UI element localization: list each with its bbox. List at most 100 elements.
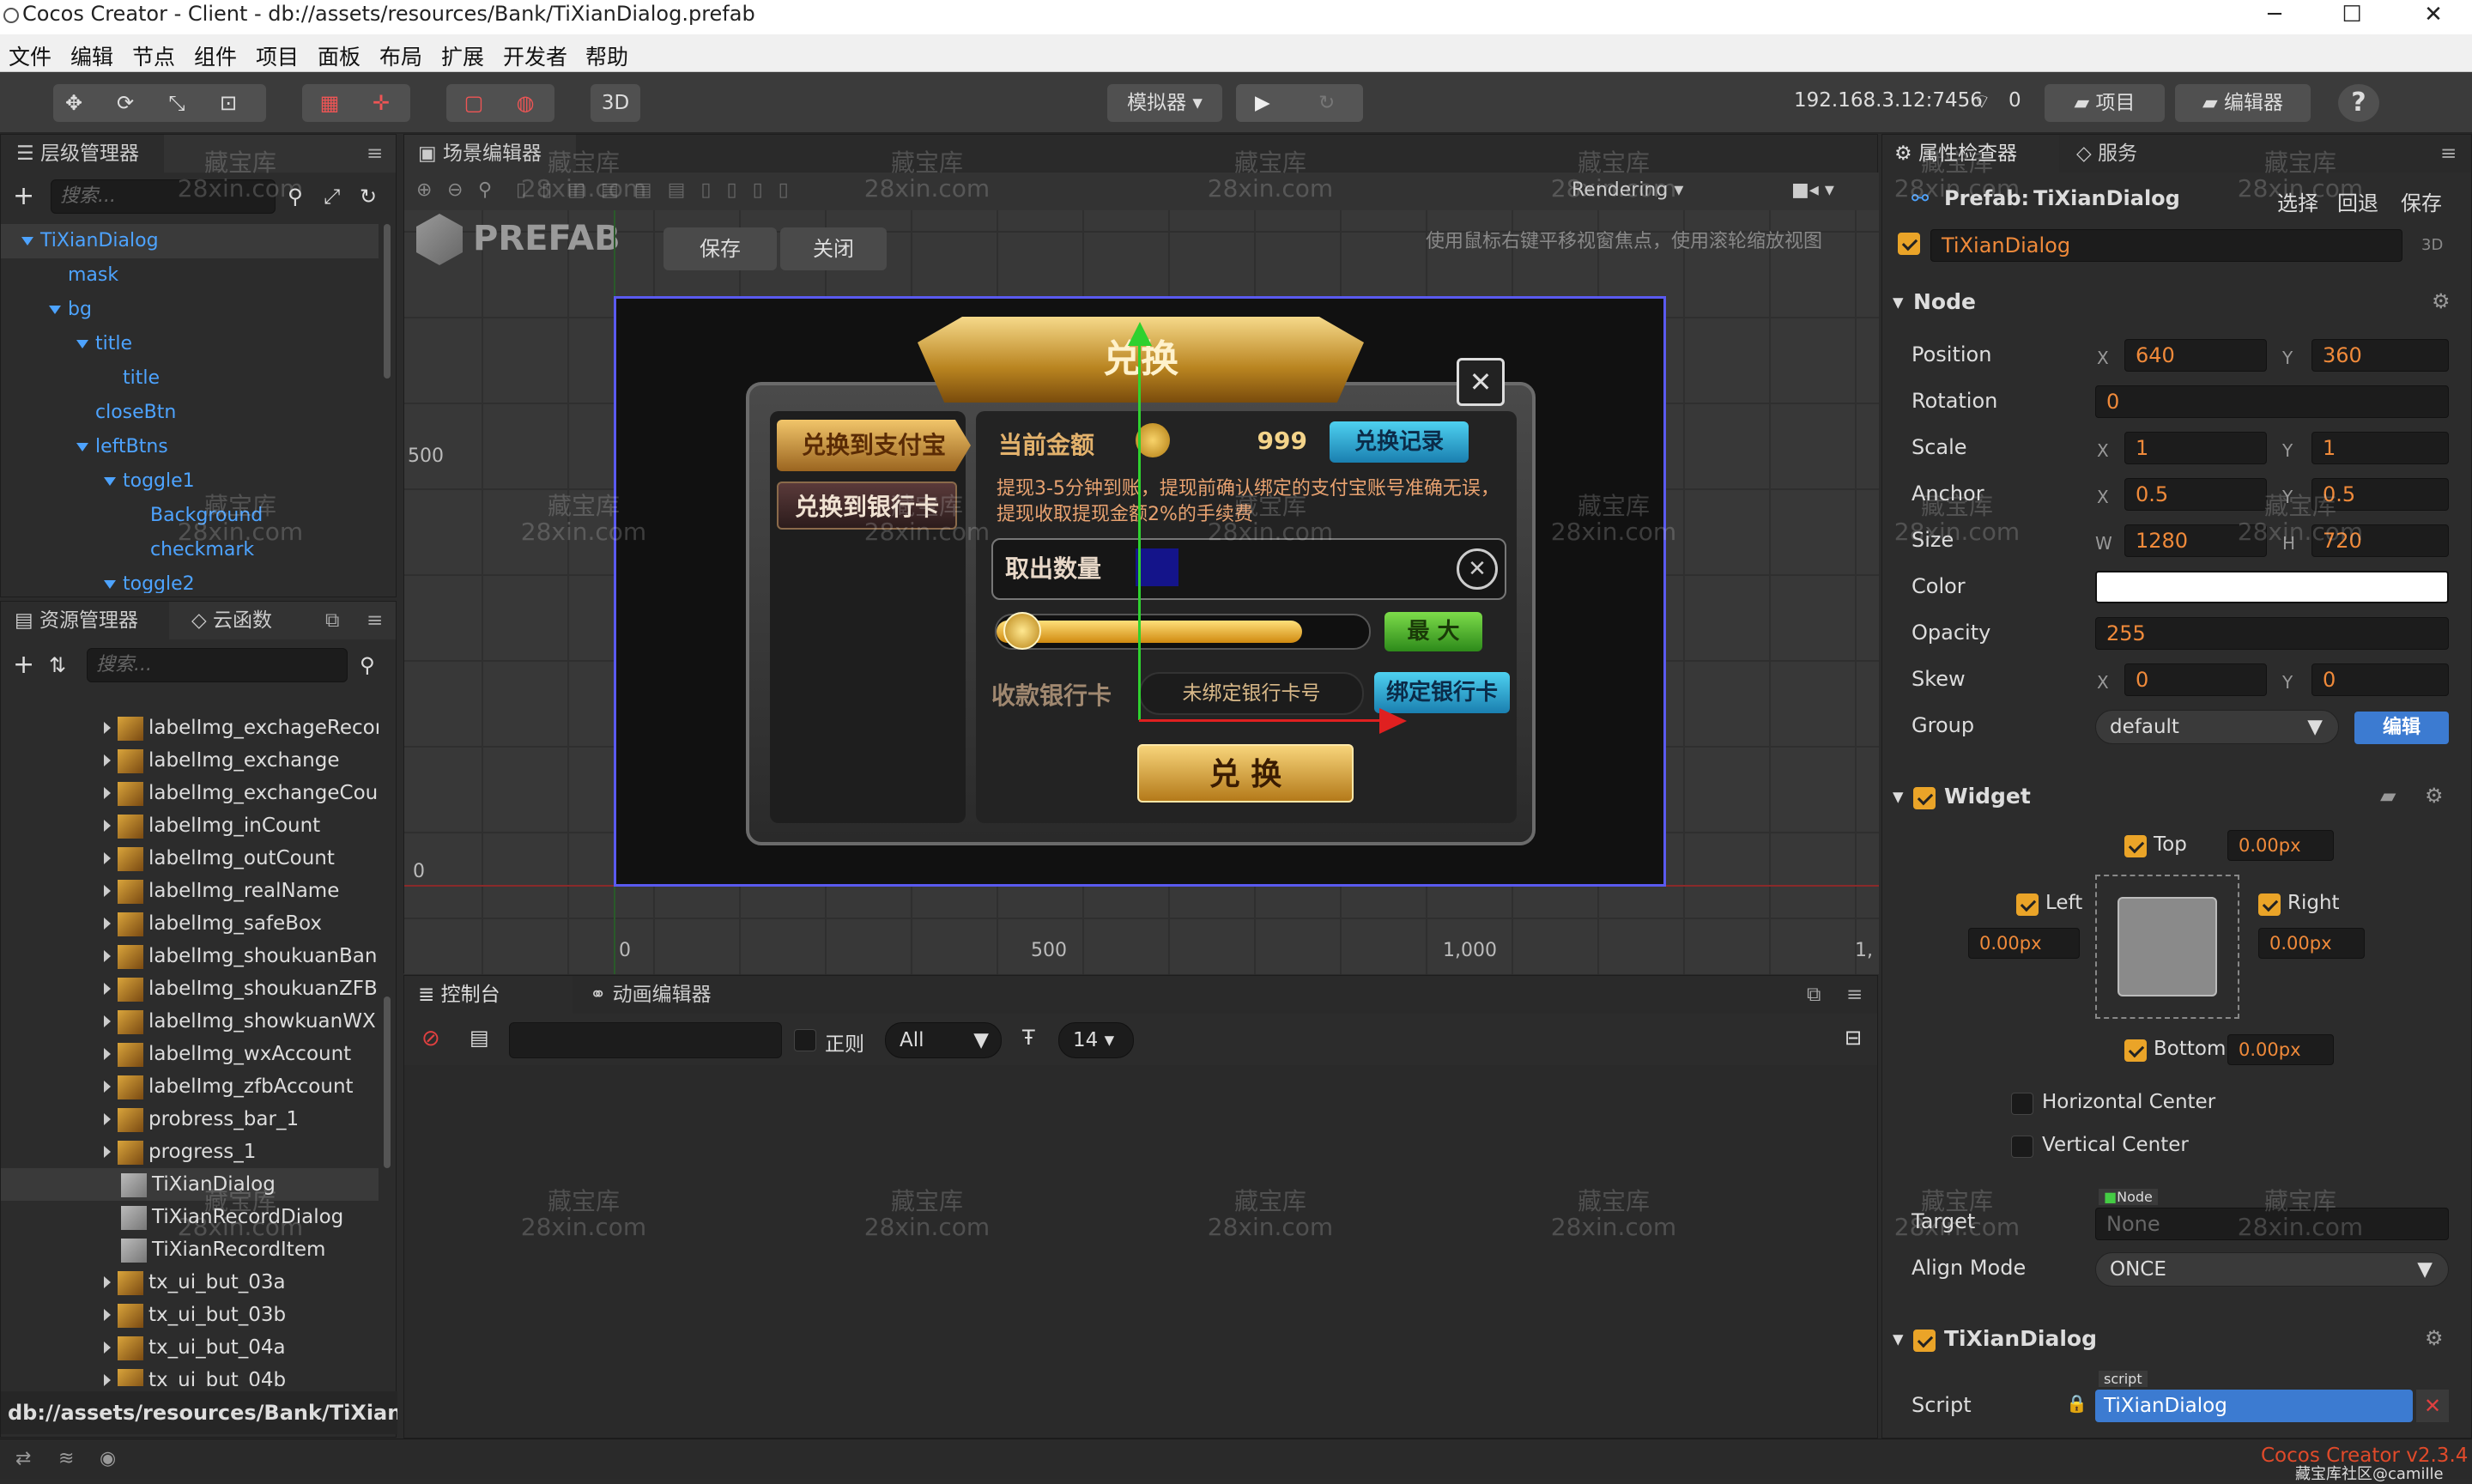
- asset-item[interactable]: labelImg_exchangeCoun: [1, 777, 379, 809]
- asset-item[interactable]: TiXianRecordItem: [1, 1233, 379, 1266]
- gizmo-y-axis[interactable]: [1138, 339, 1141, 720]
- scale-tool-icon[interactable]: ⤡: [158, 84, 196, 122]
- widget-bottom-checkbox[interactable]: [2124, 1039, 2147, 1062]
- expand-arrow-icon[interactable]: [104, 820, 111, 832]
- maximize-button[interactable]: ☐: [2313, 0, 2390, 34]
- asset-item[interactable]: labelImg_wxAccount: [1, 1038, 379, 1070]
- asset-item[interactable]: labelImg_exchageRecor: [1, 712, 379, 744]
- widget-top-checkbox[interactable]: [2124, 835, 2147, 857]
- menu-edit[interactable]: 编辑: [70, 40, 113, 71]
- console-filter-input[interactable]: [509, 1022, 782, 1058]
- rendering-select[interactable]: Rendering ▾: [1572, 179, 1683, 201]
- add-node-icon[interactable]: +: [13, 181, 34, 211]
- prefab-select-button[interactable]: 选择: [2277, 186, 2318, 216]
- zoom-in-icon[interactable]: ⊕: [416, 179, 432, 201]
- bind-bank-card-button[interactable]: 绑定银行卡: [1374, 672, 1510, 713]
- hierarchy-node[interactable]: checkmark: [1, 533, 379, 567]
- widget-left-input[interactable]: 0.00px: [1968, 928, 2080, 959]
- add-asset-icon[interactable]: +: [13, 650, 34, 680]
- align-tools-icon[interactable]: ▯▯▤▤▤▤▯▯▯▯: [516, 179, 804, 201]
- tab-services[interactable]: ◇ 服务: [2071, 135, 2137, 173]
- position-x-input[interactable]: 640: [2124, 339, 2267, 372]
- widget-bottom-input[interactable]: 0.00px: [2227, 1034, 2334, 1065]
- prefab-save-button[interactable]: 保存: [663, 227, 777, 270]
- node-name-input[interactable]: TiXianDialog: [1930, 229, 2402, 262]
- menu-layout[interactable]: 布局: [379, 40, 422, 71]
- tab-bank-button[interactable]: 兑换到银行卡: [777, 482, 957, 530]
- menu-component[interactable]: 组件: [194, 40, 237, 71]
- log-level-select[interactable]: All ▼: [885, 1022, 1002, 1058]
- widget-right-input[interactable]: 0.00px: [2258, 928, 2365, 959]
- gear-icon[interactable]: ⚙: [2425, 1326, 2444, 1350]
- hierarchy-node[interactable]: leftBtns: [1, 430, 379, 464]
- toggle-3d-button[interactable]: 3D: [591, 84, 640, 122]
- asset-item[interactable]: labelImg_showkuanWX: [1, 1005, 379, 1038]
- panel-menu-icon[interactable]: ≡: [367, 135, 383, 173]
- play-icon[interactable]: ▶: [1255, 84, 1270, 122]
- expand-arrow-icon[interactable]: [104, 1048, 111, 1060]
- expand-arrow-icon[interactable]: [104, 1146, 111, 1158]
- expand-arrow-icon[interactable]: [104, 722, 111, 734]
- asset-item[interactable]: TiXianDialog: [1, 1168, 379, 1201]
- hierarchy-node[interactable]: TiXianDialog: [1, 224, 379, 258]
- global-icon[interactable]: ◍: [506, 84, 544, 122]
- expand-arrow-icon[interactable]: [104, 1276, 111, 1288]
- local-icon[interactable]: ▢: [455, 84, 493, 122]
- hierarchy-search-input[interactable]: 搜索...: [51, 179, 276, 214]
- widget-enable-checkbox[interactable]: [1913, 784, 1936, 811]
- assets-scrollbar[interactable]: [384, 996, 391, 1168]
- asset-item[interactable]: labelImg_shoukuanZFB: [1, 972, 379, 1005]
- asset-item[interactable]: labelImg_shoukuanBank: [1, 940, 379, 972]
- expand-arrow-icon[interactable]: [49, 306, 61, 314]
- regex-checkbox[interactable]: [794, 1029, 816, 1051]
- expand-arrow-icon[interactable]: [104, 1374, 111, 1386]
- refresh-icon[interactable]: ↻: [360, 185, 377, 209]
- size-h-input[interactable]: 720: [2311, 524, 2449, 557]
- gizmo-x-axis[interactable]: [1139, 719, 1379, 722]
- tab-inspector[interactable]: ⚙ 属性检查器: [1882, 135, 2059, 173]
- popout-icon[interactable]: ⧉: [325, 602, 339, 639]
- exchange-button[interactable]: 兑 换: [1137, 744, 1354, 803]
- rotate-tool-icon[interactable]: ⟳: [106, 84, 144, 122]
- tab-animation-editor[interactable]: ⚭ 动画编辑器: [585, 976, 712, 1014]
- expand-arrow-icon[interactable]: [104, 754, 111, 766]
- menu-project[interactable]: 项目: [256, 40, 299, 71]
- menu-developer[interactable]: 开发者: [503, 40, 567, 71]
- asset-item[interactable]: tx_ui_but_04b: [1, 1364, 379, 1386]
- tab-cloud-functions[interactable]: ◇ 云函数: [186, 602, 272, 639]
- expand-arrow-icon[interactable]: [104, 852, 111, 864]
- menu-help[interactable]: 帮助: [585, 40, 628, 71]
- asset-item[interactable]: tx_ui_but_03a: [1, 1266, 379, 1299]
- asset-item[interactable]: tx_ui_but_03b: [1, 1299, 379, 1331]
- panel-menu-icon[interactable]: ≡: [2440, 135, 2457, 173]
- gizmo-x-arrow-icon[interactable]: [1379, 708, 1407, 734]
- anchor-x-input[interactable]: 0.5: [2124, 478, 2267, 511]
- expand-arrow-icon[interactable]: [104, 1113, 111, 1125]
- asset-item[interactable]: labelImg_exchange: [1, 744, 379, 777]
- camera-icon[interactable]: ■◂ ▾: [1791, 179, 1834, 201]
- clear-input-icon[interactable]: ✕: [1457, 548, 1498, 590]
- tab-assets[interactable]: ▤ 资源管理器: [1, 602, 169, 639]
- eye-icon[interactable]: ◉: [100, 1448, 116, 1469]
- prefab-close-button[interactable]: 关闭: [780, 227, 887, 270]
- asset-item[interactable]: progress_1: [1, 1136, 379, 1168]
- font-size-select[interactable]: 14 ▾: [1058, 1022, 1134, 1058]
- assets-search-input[interactable]: 搜索...: [87, 648, 348, 682]
- expand-arrow-icon[interactable]: [104, 918, 111, 930]
- vertical-center-checkbox[interactable]: [2011, 1136, 2033, 1158]
- widget-top-input[interactable]: 0.00px: [2227, 830, 2334, 861]
- tab-alipay-button[interactable]: 兑换到支付宝: [777, 420, 971, 471]
- tixiandialog-section-header[interactable]: ▾ TiXianDialog: [1882, 1323, 2200, 1360]
- search-icon[interactable]: ⚲: [360, 653, 375, 677]
- node-active-checkbox[interactable]: [1898, 233, 1920, 255]
- move-tool-icon[interactable]: ✥: [55, 84, 93, 122]
- refresh-icon[interactable]: ↻: [1318, 84, 1335, 122]
- sync-icon[interactable]: ⇄: [15, 1448, 31, 1469]
- expand-arrow-icon[interactable]: [104, 950, 111, 962]
- panel-menu-icon[interactable]: ≡: [367, 602, 383, 639]
- hierarchy-node[interactable]: title: [1, 327, 379, 361]
- minimize-button[interactable]: ─: [2236, 0, 2313, 34]
- hierarchy-node[interactable]: Background: [1, 499, 379, 533]
- widget-right-checkbox[interactable]: [2258, 893, 2281, 916]
- bank-card-input[interactable]: 未绑定银行卡号: [1139, 672, 1364, 715]
